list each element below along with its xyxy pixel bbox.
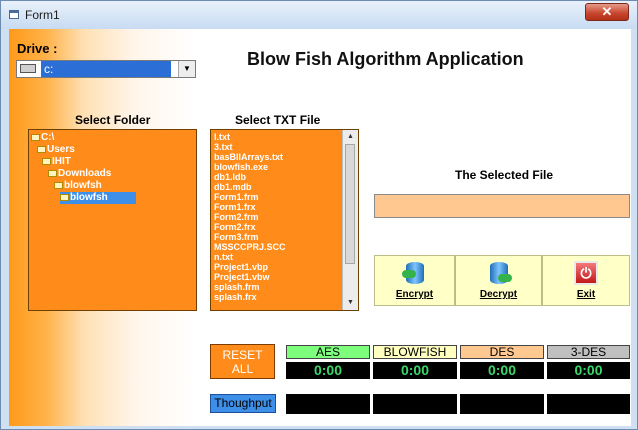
blowfish-header: BLOWFISH [373, 345, 457, 359]
title-bar: Form1 ✕ [1, 1, 637, 29]
file-item[interactable]: blowfish.exe [214, 162, 268, 172]
chevron-down-icon[interactable]: ▼ [178, 61, 195, 77]
file-item[interactable]: MSSCCPRJ.SCC [214, 242, 286, 252]
file-item[interactable]: Form3.frm [214, 232, 259, 242]
file-item[interactable]: 3.txt [214, 142, 233, 152]
file-item[interactable]: l.txt [214, 132, 230, 142]
select-txt-file-label: Select TXT File [235, 113, 321, 127]
blowfish-time: 0:00 [373, 362, 457, 379]
des-time: 0:00 [460, 362, 544, 379]
selected-file-label: The Selected File [455, 168, 554, 182]
aes-header: AES [286, 345, 370, 359]
reset-all-button[interactable]: RESET ALL [210, 344, 275, 379]
folder-icon [60, 193, 69, 201]
folder-item[interactable]: C:\ [31, 132, 54, 144]
form-client-area: Drive : c: ▼ Blow Fish Algorithm Applica… [9, 29, 631, 426]
file-item[interactable]: splash.frm [214, 282, 260, 292]
encrypt-button[interactable]: Encrypt [374, 255, 455, 306]
close-icon: ✕ [601, 4, 613, 19]
scroll-down-icon[interactable]: ▼ [343, 297, 358, 309]
file-item[interactable]: db1.ldb [214, 172, 246, 182]
folder-item[interactable]: blowfsh [54, 180, 102, 192]
throughput-label: Thoughput [210, 394, 276, 413]
power-icon: ⏻ [574, 261, 598, 285]
folder-icon [42, 157, 51, 165]
folder-item[interactable]: Downloads [48, 168, 111, 180]
folder-tree[interactable]: C:\ Users IHIT Downloads blowfsh blowfsh [28, 129, 197, 311]
folder-item-selected[interactable]: blowfsh [60, 192, 136, 204]
main-window: Form1 ✕ Drive : c: ▼ Blow Fish Algorithm… [0, 0, 638, 430]
file-list-scrollbar[interactable]: ▲ ▼ [342, 130, 358, 310]
drive-label: Drive : [17, 41, 58, 56]
file-item[interactable]: Form2.frx [214, 222, 256, 232]
folder-icon [48, 169, 57, 177]
decrypt-button[interactable]: Decrypt [455, 255, 542, 306]
file-item[interactable]: splash.frx [214, 292, 257, 302]
encrypt-button-label: Encrypt [395, 289, 434, 300]
aes-time: 0:00 [286, 362, 370, 379]
exit-button[interactable]: ⏻ Exit [542, 255, 630, 306]
des-throughput [460, 394, 544, 414]
file-item[interactable]: n.txt [214, 252, 233, 262]
file-item[interactable]: Form2.frm [214, 212, 259, 222]
selected-file-field[interactable] [374, 194, 630, 218]
3des-throughput [547, 394, 630, 414]
reset-label-line2: ALL [231, 362, 254, 376]
folder-item[interactable]: IHIT [42, 156, 71, 168]
file-list[interactable]: l.txt 3.txt basBlIArrays.txt blowfish.ex… [210, 129, 359, 311]
scrollbar-thumb[interactable] [345, 144, 355, 264]
window-title: Form1 [25, 8, 60, 22]
scroll-up-icon[interactable]: ▲ [343, 131, 358, 143]
drive-icon [20, 64, 36, 73]
drive-select[interactable]: c: ▼ [16, 60, 196, 78]
reset-label-line1: RESET [222, 348, 263, 362]
folder-icon [31, 133, 40, 141]
blowfish-throughput [373, 394, 457, 414]
app-window-icon [9, 10, 19, 19]
folder-item[interactable]: Users [37, 144, 75, 156]
exit-button-label: Exit [576, 289, 596, 300]
decrypt-button-label: Decrypt [479, 289, 518, 300]
folder-icon [54, 181, 63, 189]
database-encrypt-icon [401, 260, 428, 288]
folder-icon [37, 145, 46, 153]
file-item[interactable]: Form1.frx [214, 202, 256, 212]
file-item[interactable]: Project1.vbw [214, 272, 270, 282]
file-item[interactable]: Form1.frm [214, 192, 259, 202]
file-item[interactable]: Project1.vbp [214, 262, 268, 272]
select-folder-label: Select Folder [75, 113, 151, 127]
file-item[interactable]: db1.mdb [214, 182, 252, 192]
des-header: DES [460, 345, 544, 359]
3des-header: 3-DES [547, 345, 630, 359]
3des-time: 0:00 [547, 362, 630, 379]
app-title: Blow Fish Algorithm Application [247, 49, 524, 69]
database-decrypt-icon [486, 260, 512, 288]
close-button[interactable]: ✕ [585, 3, 629, 21]
file-item[interactable]: basBlIArrays.txt [214, 152, 283, 162]
drive-select-value: c: [41, 61, 171, 77]
aes-throughput [286, 394, 370, 414]
